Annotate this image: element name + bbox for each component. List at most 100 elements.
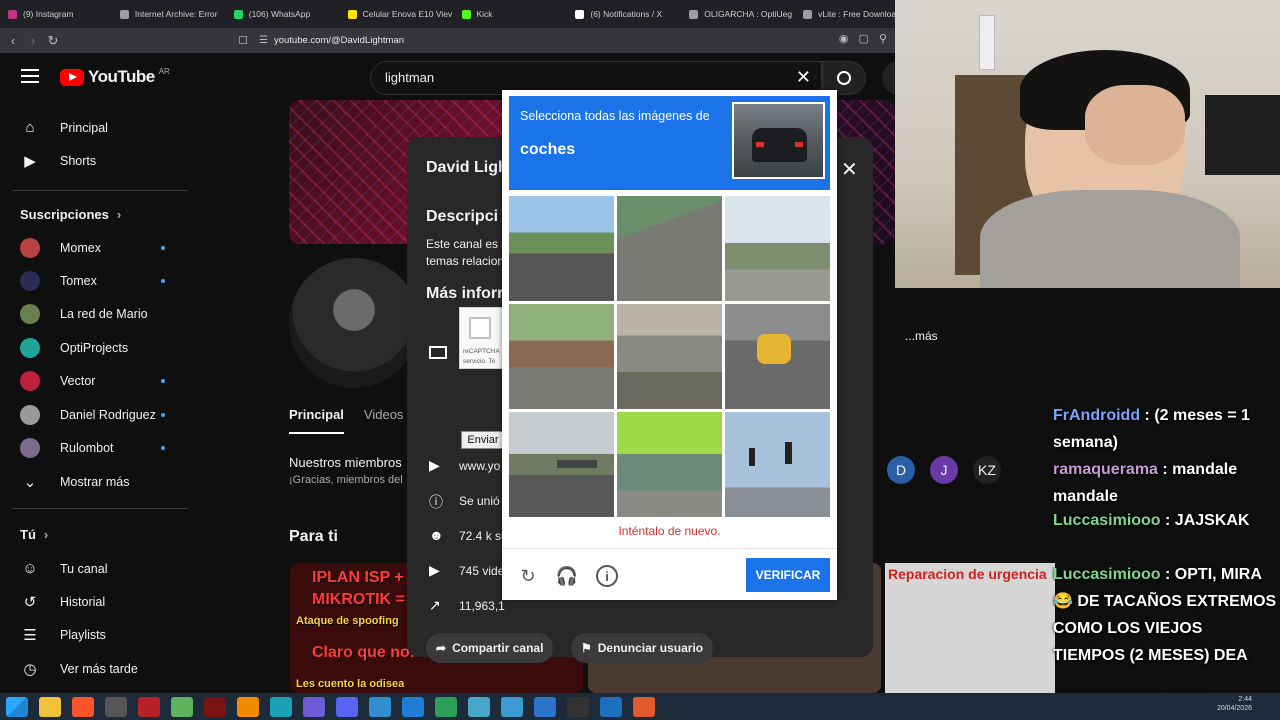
challenge-tile[interactable] bbox=[617, 412, 722, 517]
new-content-dot bbox=[161, 245, 165, 250]
app-icon[interactable] bbox=[467, 696, 490, 717]
app-icon[interactable] bbox=[302, 696, 325, 717]
sidebar-item-you[interactable]: ☰ Playlists bbox=[0, 619, 200, 652]
recaptcha-checkbox[interactable] bbox=[469, 317, 491, 339]
browser-tab[interactable]: (6) Notifications / X bbox=[567, 0, 681, 28]
challenge-tile[interactable] bbox=[509, 304, 614, 409]
browser-tab[interactable]: (9) Instagram bbox=[0, 0, 112, 28]
member-avatar[interactable]: KZ bbox=[973, 456, 1001, 484]
recaptcha-label: reCAPTCHA bbox=[463, 348, 500, 355]
app-icon[interactable] bbox=[599, 696, 622, 717]
url-field[interactable]: youtube.com/@DavidLightman bbox=[274, 35, 404, 46]
url-options-icon[interactable]: ☰ bbox=[259, 35, 268, 46]
calculator-icon[interactable] bbox=[566, 696, 589, 717]
channel-avatar bbox=[20, 437, 40, 458]
verify-button[interactable]: VERIFICAR bbox=[746, 558, 830, 592]
audio-challenge-icon[interactable]: 🎧 bbox=[556, 565, 578, 587]
cast-icon[interactable]: ▢ bbox=[859, 32, 869, 45]
tab-label: vLite : Free Downloa bbox=[818, 9, 896, 19]
back-icon[interactable]: ‹ bbox=[3, 31, 23, 51]
member-avatar[interactable]: D bbox=[887, 456, 915, 484]
you-title[interactable]: Tú › bbox=[20, 527, 48, 542]
browser-tab[interactable]: OLIGARCHA : OptiUeg bbox=[681, 0, 795, 28]
sample-car-image bbox=[732, 102, 825, 179]
sidebar-item-subscription[interactable]: Tomex bbox=[0, 264, 200, 297]
report-user-button[interactable]: ⚑ Denunciar usuario bbox=[571, 633, 714, 663]
vlc-icon[interactable] bbox=[236, 696, 259, 717]
brave-icon[interactable] bbox=[71, 696, 94, 717]
sidebar-item-subscription[interactable]: Daniel Rodriguez bbox=[0, 398, 200, 431]
globe-icon: ▶ bbox=[429, 457, 440, 473]
tab-principal[interactable]: Principal bbox=[289, 407, 344, 434]
challenge-error: Inténtalo de nuevo. bbox=[618, 524, 721, 538]
member-avatar[interactable]: J bbox=[930, 456, 958, 484]
subscription-label: OptiProjects bbox=[60, 340, 129, 355]
challenge-target: coches bbox=[520, 141, 576, 158]
show-more-button[interactable]: ⌄ Mostrar más bbox=[0, 465, 200, 498]
tab-videos[interactable]: Videos bbox=[364, 407, 404, 434]
challenge-tile[interactable] bbox=[725, 412, 830, 517]
sidebar-item-you[interactable]: ◷ Ver más tarde bbox=[0, 652, 200, 685]
app-icon[interactable] bbox=[104, 696, 127, 717]
discord-icon[interactable] bbox=[335, 696, 358, 717]
challenge-tile[interactable] bbox=[617, 304, 722, 409]
sidebar-item-shorts[interactable]: ▶ Shorts bbox=[0, 144, 200, 177]
sidebar-item-subscription[interactable]: Momex bbox=[0, 231, 200, 264]
more-link[interactable]: ...más bbox=[905, 329, 938, 343]
challenge-tile[interactable] bbox=[725, 196, 830, 301]
info-icon[interactable]: i bbox=[596, 565, 618, 587]
app-icon[interactable] bbox=[533, 696, 556, 717]
zoom-icon[interactable]: ⚲ bbox=[879, 32, 887, 45]
app-icon[interactable] bbox=[632, 696, 655, 717]
reload-icon[interactable]: ↻ bbox=[43, 31, 63, 51]
browser-tab[interactable]: vLite : Free Downloa bbox=[795, 0, 895, 28]
app-icon[interactable] bbox=[401, 696, 424, 717]
sidebar-item-you[interactable]: ☺ Tu canal bbox=[0, 552, 200, 585]
clear-search-icon[interactable]: ✕ bbox=[796, 67, 811, 88]
explorer-icon[interactable] bbox=[38, 696, 61, 717]
about-row-text[interactable]: www.yo bbox=[459, 459, 500, 473]
subscriptions-title[interactable]: Suscripciones › bbox=[20, 207, 121, 222]
channel-avatar bbox=[20, 371, 40, 392]
camera-off-icon[interactable]: ◉ bbox=[839, 32, 849, 45]
bookmark-icon[interactable]: ☐ bbox=[233, 31, 253, 51]
para-ti-title: Para ti bbox=[289, 528, 338, 545]
browser-tab[interactable]: Celular Enova E10 Viev bbox=[340, 0, 454, 28]
new-content-dot bbox=[161, 379, 165, 384]
forward-icon[interactable]: › bbox=[23, 31, 43, 51]
challenge-tile[interactable] bbox=[509, 412, 614, 517]
close-dialog-icon[interactable]: ✕ bbox=[841, 157, 858, 182]
app-icon[interactable] bbox=[500, 696, 523, 717]
browser-tab[interactable]: Internet Archive: Error bbox=[112, 0, 226, 28]
notepad-icon[interactable] bbox=[170, 696, 193, 717]
app-icon[interactable] bbox=[203, 696, 226, 717]
sidebar-item-subscription[interactable]: La red de Mario bbox=[0, 298, 200, 331]
video-thumbnail-3[interactable]: Reparacion de urgencia bbox=[885, 563, 1055, 693]
challenge-tile[interactable] bbox=[617, 196, 722, 301]
page-icon bbox=[803, 9, 813, 19]
app-icon[interactable] bbox=[368, 696, 391, 717]
subscription-label: La red de Mario bbox=[60, 307, 148, 322]
app-icon[interactable] bbox=[269, 696, 292, 717]
challenge-tile[interactable] bbox=[725, 304, 830, 409]
distant-cars bbox=[557, 460, 597, 468]
sidebar-item-label: Playlists bbox=[60, 628, 106, 643]
reload-challenge-icon[interactable]: ↻ bbox=[517, 565, 539, 587]
sidebar-item-subscription[interactable]: Vector bbox=[0, 365, 200, 398]
sidebar-item-you[interactable]: ↺ Historial bbox=[0, 585, 200, 618]
browser-tab[interactable]: (106) WhatsApp bbox=[226, 0, 340, 28]
start-icon[interactable] bbox=[5, 696, 28, 717]
user-icon: ☺ bbox=[22, 560, 38, 577]
sidebar-item-subscription[interactable]: OptiProjects bbox=[0, 331, 200, 364]
browser-tab[interactable]: Kick bbox=[454, 0, 568, 28]
search-input[interactable]: lightman bbox=[385, 70, 434, 85]
email-icon bbox=[429, 346, 447, 359]
sidebar-item-principal[interactable]: ⌂ Principal bbox=[0, 111, 200, 144]
challenge-tile[interactable] bbox=[509, 196, 614, 301]
share-channel-button[interactable]: ➦ Compartir canal bbox=[426, 633, 554, 663]
send-button[interactable]: Enviar bbox=[461, 431, 505, 449]
sidebar-item-subscription[interactable]: Rulombot bbox=[0, 431, 200, 464]
channel-avatar[interactable] bbox=[289, 258, 419, 388]
app-icon[interactable] bbox=[434, 696, 457, 717]
app-icon[interactable] bbox=[137, 696, 160, 717]
